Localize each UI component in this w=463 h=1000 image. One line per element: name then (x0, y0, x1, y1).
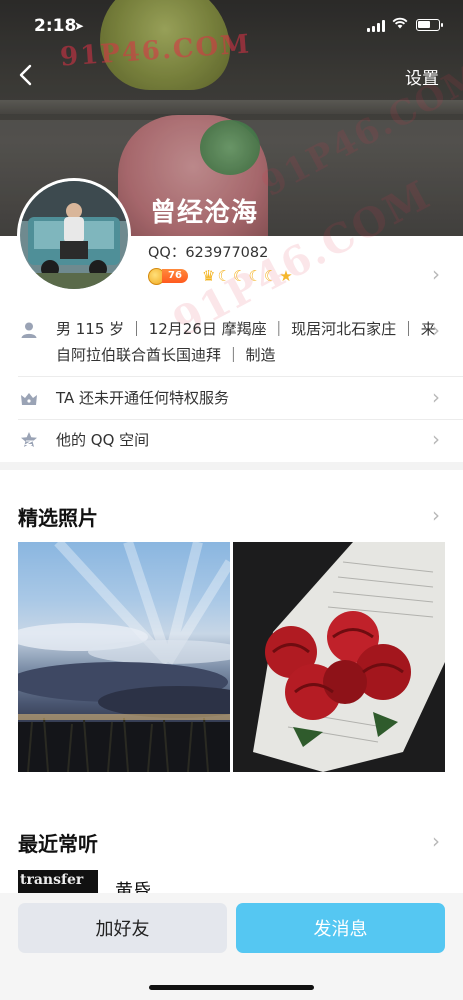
info-row-qzone[interactable]: 他的 QQ 空间 › (0, 427, 463, 457)
vip-crown-icon (21, 393, 37, 405)
info-basic-line2: 自阿拉伯联合酋长国迪拜 ｜ 制造 (56, 346, 276, 364)
wifi-icon (392, 17, 408, 29)
photo-grid (18, 542, 445, 772)
info-row-vip[interactable]: TA 还未开通任何特权服务 › (0, 385, 463, 415)
person-icon (21, 322, 37, 338)
star-icon: ★ (279, 267, 293, 285)
moon-icon: ☾ (248, 267, 262, 285)
moon-icon: ☾ (232, 267, 247, 285)
home-indicator[interactable] (149, 985, 314, 990)
qq-level-icons[interactable]: 76 ♛ ☾ ☾ ☾ ☾ ★ (148, 266, 293, 286)
chevron-right-icon[interactable]: › (432, 262, 440, 286)
moon-icon: ☾ (217, 267, 231, 285)
crown-icon: ♛ (202, 267, 216, 285)
add-friend-button[interactable]: 加好友 (18, 903, 227, 953)
info-row-basic[interactable]: 男 115 岁 ｜ 12月26日 摩羯座 ｜ 现居河北石家庄 ｜ 来 自阿拉伯联… (0, 316, 463, 376)
chevron-right-icon: › (432, 385, 440, 409)
star-space-icon (21, 432, 37, 447)
battery-icon (416, 19, 443, 31)
send-message-button[interactable]: 发消息 (236, 903, 445, 953)
chevron-right-icon: › (432, 318, 440, 342)
cellular-signal-icon (367, 20, 385, 32)
chevron-left-icon[interactable] (14, 62, 40, 88)
status-bar: 2:18 ➤ (0, 0, 463, 46)
info-vip-text: TA 还未开通任何特权服务 (56, 389, 230, 407)
avatar[interactable] (17, 178, 131, 292)
album-cover-text: transfer (20, 872, 84, 888)
section-gap (0, 462, 463, 470)
chevron-right-icon[interactable]: › (432, 503, 440, 527)
sky-clouds-photo[interactable] (18, 542, 230, 772)
moon-icon: ☾ (263, 267, 278, 285)
status-time: 2:18 (34, 16, 77, 36)
music-section-title[interactable]: 最近常听 (18, 828, 98, 857)
photos-section-title[interactable]: 精选照片 (18, 502, 98, 531)
divider (18, 419, 463, 420)
level-badge-number: 76 (162, 269, 188, 283)
chevron-right-icon: › (432, 427, 440, 451)
qq-number: QQ：623977082 (148, 245, 269, 261)
info-basic-line1: 男 115 岁 ｜ 12月26日 摩羯座 ｜ 现居河北石家庄 ｜ 来 (56, 320, 436, 338)
info-qzone-text: 他的 QQ 空间 (56, 431, 150, 449)
red-roses-bouquet-photo[interactable] (233, 542, 445, 772)
settings-button[interactable]: 设置 (405, 64, 439, 89)
profile-nickname: 曾经沧海 (150, 198, 259, 228)
location-arrow-icon: ➤ (74, 19, 85, 33)
chevron-right-icon[interactable]: › (432, 829, 440, 853)
divider (18, 376, 463, 377)
level-badge: 76 (148, 267, 200, 285)
